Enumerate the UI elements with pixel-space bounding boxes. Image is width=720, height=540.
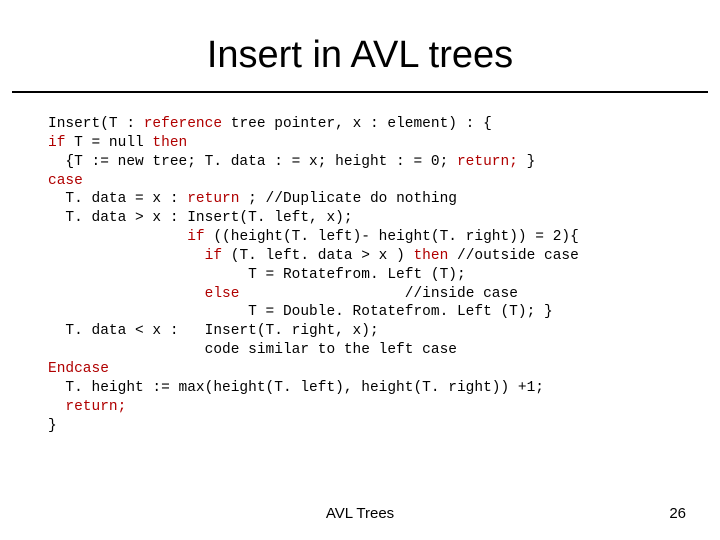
- t: {T := new tree; T. data : = x; height : …: [48, 154, 457, 170]
- code-line: T = Double. Rotatefrom. Left (T); }: [48, 304, 553, 320]
- t: [48, 248, 205, 264]
- t: Insert(T :: [48, 116, 144, 132]
- t: [48, 399, 65, 415]
- t: tree pointer, x : element) : {: [222, 116, 492, 132]
- t: //inside case: [239, 286, 517, 302]
- code-line: }: [48, 418, 57, 434]
- t: }: [518, 154, 535, 170]
- code-line: code similar to the left case: [48, 342, 457, 358]
- footer-title: AVL Trees: [0, 505, 720, 522]
- code-line: if T = null then: [48, 135, 187, 151]
- kw-then: then: [152, 135, 187, 151]
- page-number: 26: [669, 505, 686, 522]
- code-line: else //inside case: [48, 286, 518, 302]
- code-line: if (T. left. data > x ) then //outside c…: [48, 248, 579, 264]
- code-line: Insert(T : reference tree pointer, x : e…: [48, 116, 492, 132]
- code-line: T. data < x : Insert(T. right, x);: [48, 323, 379, 339]
- code-line: T. data > x : Insert(T. left, x);: [48, 210, 353, 226]
- t: ((height(T. left)- height(T. right)) = 2…: [205, 229, 579, 245]
- t: (T. left. data > x ): [222, 248, 413, 264]
- kw-reference: reference: [144, 116, 222, 132]
- t: T = null: [65, 135, 152, 151]
- code-line: return;: [48, 399, 126, 415]
- kw-return: return: [187, 191, 239, 207]
- code-line: {T := new tree; T. data : = x; height : …: [48, 154, 535, 170]
- code-block: Insert(T : reference tree pointer, x : e…: [48, 115, 720, 435]
- code-line: if ((height(T. left)- height(T. right)) …: [48, 229, 579, 245]
- kw-if: if: [187, 229, 204, 245]
- code-line: T = Rotatefrom. Left (T);: [48, 267, 466, 283]
- slide: Insert in AVL trees Insert(T : reference…: [0, 0, 720, 540]
- kw-if: if: [48, 135, 65, 151]
- title-rule: [12, 91, 708, 93]
- t: [48, 229, 187, 245]
- kw-case: case: [48, 173, 83, 189]
- kw-if: if: [205, 248, 222, 264]
- t: [48, 286, 205, 302]
- t: //outside case: [448, 248, 579, 264]
- slide-title: Insert in AVL trees: [0, 0, 720, 91]
- kw-return: return;: [65, 399, 126, 415]
- code-line: T. data = x : return ; //Duplicate do no…: [48, 191, 457, 207]
- code-line: T. height := max(height(T. left), height…: [48, 380, 544, 396]
- kw-return: return;: [457, 154, 518, 170]
- t: ; //Duplicate do nothing: [239, 191, 457, 207]
- kw-endcase: Endcase: [48, 361, 109, 377]
- t: T. data = x :: [48, 191, 187, 207]
- kw-then: then: [413, 248, 448, 264]
- kw-else: else: [205, 286, 240, 302]
